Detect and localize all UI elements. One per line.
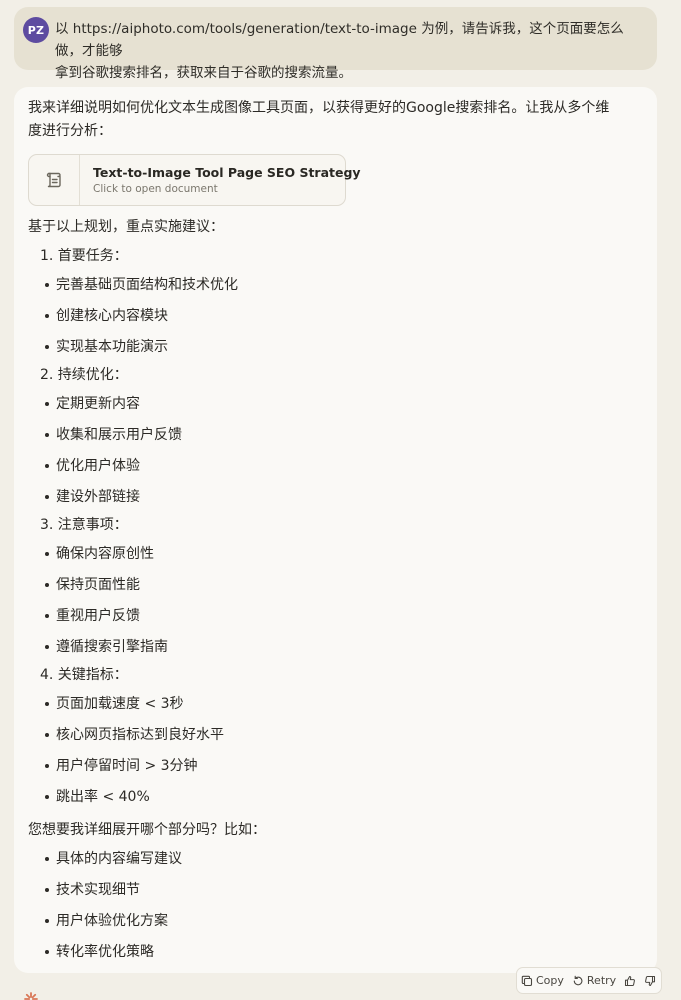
list-item: 用户停留时间 > 3分钟 xyxy=(45,758,198,774)
list-item: 完善基础页面结构和技术优化 xyxy=(45,277,238,293)
list-item: 创建核心内容模块 xyxy=(45,308,168,324)
list-item: 定期更新内容 xyxy=(45,396,140,412)
thumbs-down-button[interactable] xyxy=(640,975,660,987)
section-title: 1. 首要任务： xyxy=(40,248,128,264)
retry-button[interactable]: Retry xyxy=(568,974,620,987)
retry-label: Retry xyxy=(586,974,617,987)
list-item: 具体的内容编写建议 xyxy=(45,851,182,867)
thumbs-down-icon xyxy=(644,975,656,987)
followup-question: 您想要我详细展开哪个部分吗？比如： xyxy=(28,822,266,838)
assistant-message: 我来详细说明如何优化文本生成图像工具页面，以获得更好的Google搜索排名。让我… xyxy=(14,87,657,973)
section-title: 4. 关键指标： xyxy=(40,667,128,683)
retry-icon xyxy=(572,975,584,987)
user-message-line: 以 https://aiphoto.com/tools/generation/t… xyxy=(55,21,624,59)
list-item: 建设外部链接 xyxy=(45,489,140,505)
user-avatar: PZ xyxy=(23,17,49,43)
copy-button[interactable]: Copy xyxy=(517,974,568,987)
plan-heading: 基于以上规划，重点实施建议： xyxy=(28,219,224,235)
list-item: 转化率优化策略 xyxy=(45,944,154,960)
section-title: 3. 注意事项： xyxy=(40,517,128,533)
list-item: 用户体验优化方案 xyxy=(45,913,168,929)
message-actions: Copy Retry xyxy=(516,967,662,994)
list-item: 保持页面性能 xyxy=(45,577,140,593)
list-item: 收集和展示用户反馈 xyxy=(45,427,182,443)
list-item: 优化用户体验 xyxy=(45,458,140,474)
user-message-text: 以 https://aiphoto.com/tools/generation/t… xyxy=(55,18,645,84)
section-title: 2. 持续优化： xyxy=(40,367,128,383)
document-scroll-icon xyxy=(29,155,80,205)
list-item: 技术实现细节 xyxy=(45,882,140,898)
assistant-intro: 我来详细说明如何优化文本生成图像工具页面，以获得更好的Google搜索排名。让我… xyxy=(28,100,610,139)
copy-label: Copy xyxy=(536,974,564,987)
artifact-subtitle: Click to open document xyxy=(93,183,218,195)
list-item: 页面加载速度 < 3秒 xyxy=(45,696,184,712)
list-item: 重视用户反馈 xyxy=(45,608,140,624)
list-item: 跳出率 < 40% xyxy=(45,789,150,805)
list-item: 确保内容原创性 xyxy=(45,546,154,562)
user-message: PZ 以 https://aiphoto.com/tools/generatio… xyxy=(14,7,657,81)
copy-icon xyxy=(521,975,533,987)
artifact-card[interactable]: Text-to-Image Tool Page SEO Strategy Cli… xyxy=(28,154,361,206)
list-item: 遵循搜索引擎指南 xyxy=(45,639,168,655)
artifact-title: Text-to-Image Tool Page SEO Strategy xyxy=(93,165,361,180)
thumbs-up-button[interactable] xyxy=(620,975,640,987)
user-message-line: 拿到谷歌搜索排名，获取来自于谷歌的搜索流量。 xyxy=(55,65,352,81)
thumbs-up-icon xyxy=(624,975,636,987)
list-item: 核心网页指标达到良好水平 xyxy=(45,727,224,743)
assistant-logo-icon xyxy=(24,991,38,1000)
list-item: 实现基本功能演示 xyxy=(45,339,168,355)
